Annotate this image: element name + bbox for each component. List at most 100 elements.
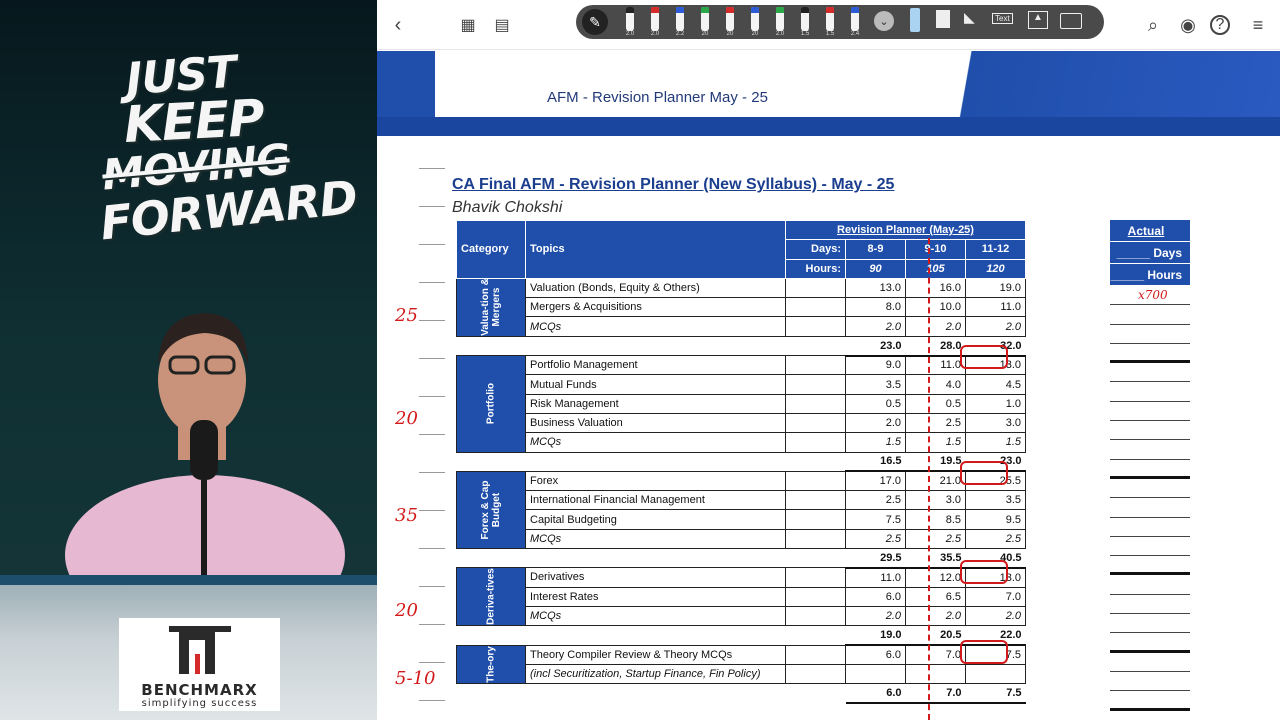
red-annotation-line	[928, 238, 930, 720]
table-row: (incl Securitization, Startup Finance, F…	[457, 663, 1026, 685]
hours-cell: 0.5	[905, 393, 966, 414]
table-row: Risk Management 0.5 0.5 1.0	[457, 393, 1026, 414]
category-label: Forex & Cap Budget	[456, 470, 526, 550]
blank-cell	[785, 586, 846, 607]
actual-entry-line	[1110, 440, 1190, 460]
topic-cell: MCQs	[525, 528, 786, 550]
pen-swatch[interactable]	[676, 7, 684, 31]
actual-header: Actual	[1110, 220, 1190, 242]
margin-rule	[419, 434, 445, 435]
actual-entry-line	[1110, 614, 1190, 634]
topic-cell: Interest Rates	[525, 586, 786, 607]
hours-cell: 2.0	[845, 605, 906, 627]
table-row: Portfolio Portfolio Management 9.0 11.0 13.0	[456, 355, 1026, 453]
pen-swatch[interactable]	[626, 7, 634, 31]
pen-size-label: 2.4	[850, 31, 860, 37]
hours-cell: 13.0	[845, 277, 906, 299]
red-circle-annotation	[960, 345, 1008, 369]
margin-rule	[419, 700, 445, 701]
table-row: The-ory Theory Compiler Review & Theory M…	[456, 644, 1026, 685]
hours-cell: 1.0	[965, 393, 1026, 414]
pen-swatch[interactable]	[826, 7, 834, 31]
hours-cell: 11.0	[965, 297, 1026, 318]
subtotal-cell: 7.0	[905, 683, 966, 704]
blank-cell	[785, 605, 846, 627]
highlighter-icon[interactable]	[936, 10, 950, 28]
blank-cell	[785, 277, 846, 299]
hours-cell: 2.5	[905, 412, 966, 434]
pen-size-label: 1.5	[825, 31, 835, 37]
eraser-icon[interactable]	[910, 8, 920, 32]
pen-swatch[interactable]	[776, 7, 784, 31]
page-add-icon[interactable]: ▤	[489, 12, 515, 38]
hours-cell: 4.5	[965, 374, 1026, 395]
red-circle-annotation	[960, 461, 1008, 485]
table-row: MCQs 2.5 2.5 2.5	[457, 528, 1026, 550]
hours-cell	[965, 663, 1026, 685]
page-header: AFM - Revision Planner May - 25	[377, 51, 1280, 136]
pen-swatch[interactable]	[851, 7, 859, 31]
subtotal-cell: 19.5	[905, 451, 966, 473]
subtotal-row: 23.0 28.0 32.0	[457, 335, 1026, 357]
hours-cell: 9.0	[845, 355, 906, 376]
margin-rule	[419, 662, 445, 663]
subtotal-row: 19.0 20.5 22.0	[457, 625, 1026, 647]
spacer-cell	[786, 684, 846, 703]
shape-icon[interactable]	[1060, 13, 1082, 29]
actual-entry-line	[1110, 382, 1190, 402]
menu-icon[interactable]: ≡	[1245, 12, 1271, 38]
actual-entry-line	[1110, 479, 1190, 499]
actual-entry-line	[1110, 421, 1190, 441]
table-row: International Financial Management 2.5 3.0…	[457, 490, 1026, 511]
actual-total-line	[1110, 460, 1190, 479]
actual-entry-line	[1110, 537, 1190, 557]
topic-cell: Derivatives	[525, 567, 786, 588]
hours-cell: 7.0	[905, 644, 966, 665]
text-tool-button[interactable]: Text	[992, 13, 1013, 24]
spacer-cell	[786, 452, 846, 471]
spacer-cell	[457, 452, 526, 471]
pen-tool-icon[interactable]: ✎	[582, 9, 608, 35]
pen-swatch[interactable]	[726, 7, 734, 31]
actual-column: Actual _____ Days _____ Hours x700	[1110, 220, 1190, 711]
lasso-icon[interactable]: ◣	[964, 9, 975, 26]
search-icon[interactable]: ⌕	[1140, 12, 1166, 38]
hours-cell: 4.0	[905, 374, 966, 395]
pen-tray: ✎ 2.0 2.0 2.2 20 20 20 2.0 1.5 1.5 2.4 ⌄ ◣ Text ▲	[576, 5, 1104, 39]
topic-cell: (incl Securitization, Startup Finance, F…	[525, 663, 786, 685]
hours-cell	[845, 663, 906, 685]
planner-table: Category Topics Revision Planner (May-25) D…	[456, 219, 1026, 704]
pen-size-label: 1.5	[800, 31, 810, 37]
blank-cell	[785, 412, 846, 434]
toggle-icon[interactable]: ◉	[1175, 12, 1201, 38]
pen-swatch[interactable]	[801, 7, 809, 31]
topic-cell: Mergers & Acquisitions	[525, 297, 786, 318]
hours-cell: 16.0	[905, 277, 966, 299]
spacer-cell	[786, 626, 846, 645]
chevron-down-icon[interactable]: ⌄	[874, 11, 894, 31]
blank-cell	[785, 470, 846, 492]
margin-annotation: 35	[395, 505, 418, 526]
margin-rule	[419, 206, 445, 207]
spacer-cell	[526, 549, 786, 568]
margin-annotation: 25	[395, 305, 418, 326]
pen-swatch[interactable]	[651, 7, 659, 31]
grid-view-icon[interactable]: ▦	[455, 12, 481, 38]
image-icon[interactable]: ▲	[1028, 11, 1048, 29]
days-value: 8-9	[845, 239, 906, 260]
motto-graphic: JUST KEEP MOVING FORWARD	[96, 47, 360, 251]
pen-swatch[interactable]	[701, 7, 709, 31]
hours-cell: 7.5	[845, 509, 906, 530]
hours-cell: 19.0	[965, 277, 1026, 299]
actual-total-line	[1110, 556, 1190, 576]
hours-cell: 3.5	[845, 374, 906, 395]
pen-swatch[interactable]	[751, 7, 759, 31]
pdf-viewer: ‹ ▦ ▤ ✎ 2.0 2.0 2.2 20 20 20 2.0 1.5 1.5 2.4 ⌄ ◣ …	[377, 0, 1280, 720]
subtotal-cell: 20.5	[905, 625, 966, 647]
hours-cell: 9.5	[965, 509, 1026, 530]
presenter-figure	[65, 313, 345, 585]
help-icon[interactable]: ?	[1210, 15, 1230, 35]
hours-cell: 2.5	[965, 528, 1026, 550]
header-topics: Topics	[525, 220, 786, 279]
topic-cell: Capital Budgeting	[525, 509, 786, 530]
